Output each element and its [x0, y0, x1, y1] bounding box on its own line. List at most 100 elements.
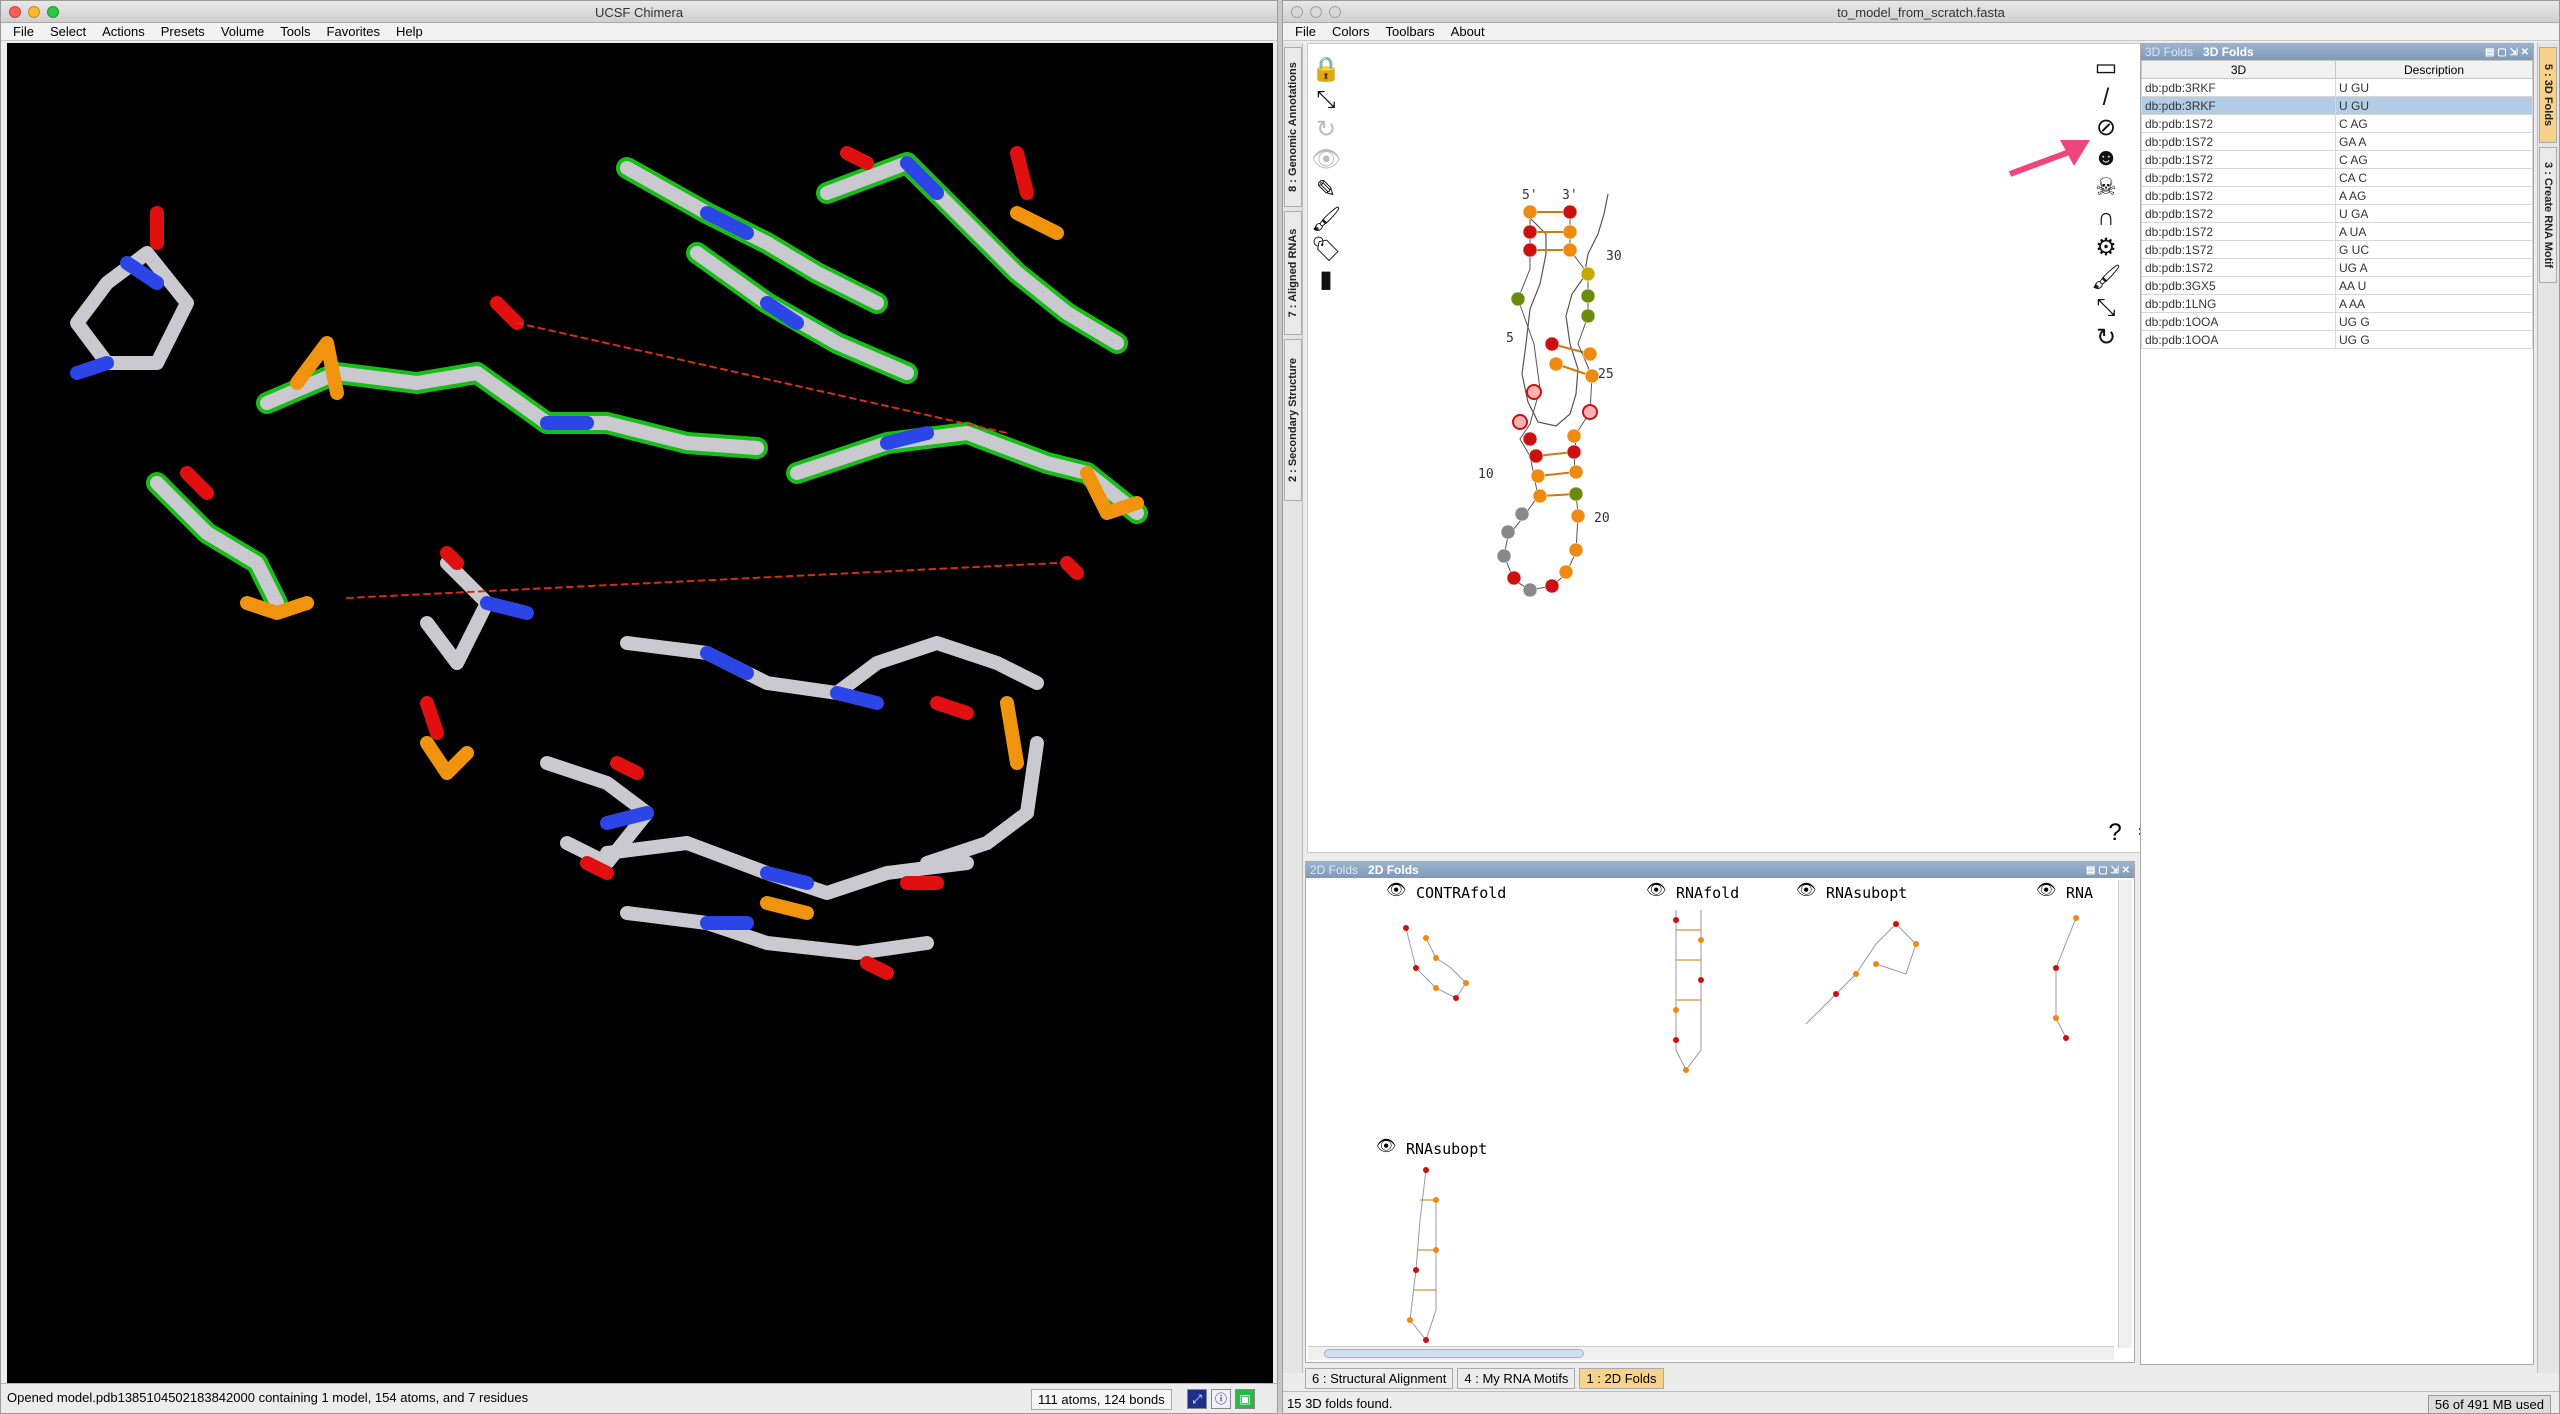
menu-file[interactable]: File: [1287, 24, 1324, 39]
collapse-icon[interactable]: ⤡: [2091, 293, 2121, 323]
smiley-icon[interactable]: ☻: [2091, 143, 2121, 173]
three-prime-label: 3': [1562, 188, 1578, 203]
s2s-titlebar: to_model_from_scratch.fasta: [1283, 1, 2559, 23]
fold-thumbnail[interactable]: 👁 RNAfold: [1646, 878, 1796, 1078]
menu-toolbars[interactable]: Toolbars: [1378, 24, 1443, 39]
fold-description-cell: U GU: [2335, 78, 2533, 97]
panel-controls[interactable]: ▤ ▢ ⇲ ✕: [2485, 47, 2533, 58]
tab-secondary-structure[interactable]: 2 : Secondary Structure: [1284, 339, 1302, 501]
tab-structural-alignment[interactable]: 6 : Structural Alignment: [1305, 1368, 1454, 1389]
pos-5-label: 5: [1506, 331, 1514, 346]
tag-icon[interactable]: 🏷: [1311, 235, 1341, 265]
fold-description-cell: AA U: [2335, 276, 2533, 295]
memory-indicator[interactable]: 56 of 491 MB used: [2427, 1395, 2551, 1413]
skull-icon[interactable]: ☠: [2091, 173, 2121, 203]
magnet-icon[interactable]: ∩: [2091, 203, 2121, 233]
table-row[interactable]: db:pdb:1S72 GA A: [2141, 132, 2533, 151]
gears-icon[interactable]: ⚙: [2091, 233, 2121, 263]
select-mode-icon[interactable]: ⤢: [1187, 1389, 1207, 1409]
window-icon[interactable]: ▭: [2091, 53, 2121, 83]
menu-favorites[interactable]: Favorites: [319, 24, 388, 39]
eye-icon[interactable]: 👁: [1386, 880, 1406, 900]
table-row[interactable]: db:pdb:1S72 UG A: [2141, 258, 2533, 277]
menu-file[interactable]: File: [5, 24, 42, 39]
horizontal-scrollbar[interactable]: [1308, 1346, 2114, 1360]
menu-select[interactable]: Select: [42, 24, 94, 39]
fold-thumbnail[interactable]: 👁 RNAsubopt: [1796, 878, 1956, 1038]
eye-icon[interactable]: 👁: [1646, 880, 1666, 900]
eye-icon[interactable]: 👁: [1796, 880, 1816, 900]
panel-controls[interactable]: ▤ ▢ ⇲ ✕: [2086, 865, 2134, 876]
tab-aligned-rnas[interactable]: 7 : Aligned RNAs: [1284, 211, 1302, 335]
eye-icon[interactable]: 👁: [2036, 880, 2056, 900]
help-icon[interactable]: ?: [2101, 819, 2129, 847]
tab-label: 5 : 3D Folds: [2542, 63, 2554, 127]
eye-icon[interactable]: 👁: [1376, 1136, 1396, 1156]
window-title: UCSF Chimera: [594, 5, 684, 20]
table-row[interactable]: db:pdb:3GX5 AA U: [2141, 276, 2533, 295]
table-row[interactable]: db:pdb:1OOA UG G: [2141, 312, 2533, 331]
pos-10-label: 10: [1478, 467, 1494, 482]
table-row[interactable]: db:pdb:1S72 A UA: [2141, 222, 2533, 241]
tab-create-rna-motif[interactable]: 3 : Create RNA Motif: [2539, 147, 2557, 283]
menu-tools[interactable]: Tools: [272, 24, 318, 39]
fold-id-cell: db:pdb:1S72: [2141, 114, 2336, 133]
scroll-thumb[interactable]: [1324, 1349, 1584, 1358]
table-row[interactable]: db:pdb:1OOA UG G: [2141, 330, 2533, 349]
fold-description-cell: A AA: [2335, 294, 2533, 313]
fold-id-cell: db:pdb:1S72: [2141, 258, 2336, 277]
brush-icon[interactable]: 🖌: [1311, 205, 1341, 235]
chimera-titlebar: UCSF Chimera: [1, 1, 1277, 23]
fold-description-cell: U GU: [2335, 96, 2533, 115]
bar-chart-icon[interactable]: ▮: [1311, 265, 1341, 295]
fold-id-cell: db:pdb:1S72: [2141, 132, 2336, 151]
pencil-icon[interactable]: /: [2091, 83, 2121, 113]
table-row[interactable]: db:pdb:3RKF U GU: [2141, 78, 2533, 97]
fold-thumbnail[interactable]: 👁 RNAsubopt: [1376, 1134, 1536, 1354]
tab-my-rna-motifs[interactable]: 4 : My RNA Motifs: [1457, 1368, 1576, 1389]
2d-folds-panel: 2D Folds 2D Folds ▤ ▢ ⇲ ✕ 👁 CONTRAfold 👁…: [1305, 861, 2135, 1363]
vertical-scrollbar[interactable]: [2118, 880, 2132, 1348]
left-vertical-tabs: 8 : Genomic Annotations 7 : Aligned RNAs…: [1283, 43, 1303, 1373]
fold-id-cell: db:pdb:1LNG: [2141, 294, 2336, 313]
magic-wand-icon[interactable]: ✎: [1311, 175, 1341, 205]
menu-presets[interactable]: Presets: [153, 24, 213, 39]
column-header-description[interactable]: Description: [2335, 60, 2533, 79]
tab-genomic-annotations[interactable]: 8 : Genomic Annotations: [1284, 47, 1302, 207]
molecule-viewer[interactable]: [7, 43, 1273, 1383]
refresh-icon[interactable]: ↻: [2091, 323, 2121, 353]
menu-help[interactable]: Help: [388, 24, 431, 39]
menu-actions[interactable]: Actions: [94, 24, 153, 39]
menu-volume[interactable]: Volume: [213, 24, 272, 39]
table-row[interactable]: db:pdb:1S72 CA C: [2141, 168, 2533, 187]
menu-about[interactable]: About: [1443, 24, 1493, 39]
column-header-3d[interactable]: 3D: [2141, 60, 2336, 79]
table-row[interactable]: db:pdb:1LNG A AA: [2141, 294, 2533, 313]
fold-description-cell: CA C: [2335, 168, 2533, 187]
fold-thumbnail[interactable]: 👁 RNA: [2036, 878, 2116, 1058]
tab-3d-folds[interactable]: 5 : 3D Folds: [2539, 47, 2557, 143]
table-row[interactable]: db:pdb:3RKF U GU: [2141, 96, 2533, 115]
fold-id-cell: db:pdb:1S72: [2141, 240, 2336, 259]
forbidden-icon[interactable]: ⊘: [2091, 113, 2121, 143]
table-row[interactable]: db:pdb:1S72 C AG: [2141, 114, 2533, 133]
fold-label: RNAsubopt: [1826, 884, 1908, 902]
fold-thumbnail[interactable]: 👁 CONTRAfold: [1386, 878, 1566, 1018]
fold-description-cell: UG G: [2335, 312, 2533, 331]
tab-2d-folds[interactable]: 1 : 2D Folds: [1579, 1368, 1664, 1389]
command-line-icon[interactable]: ▣: [1235, 1389, 1255, 1409]
fold-id-cell: db:pdb:1S72: [2141, 222, 2336, 241]
eye-icon[interactable]: 👁: [1311, 145, 1341, 175]
table-row[interactable]: db:pdb:1S72 A AG: [2141, 186, 2533, 205]
table-row[interactable]: db:pdb:1S72 G UC: [2141, 240, 2533, 259]
table-row[interactable]: db:pdb:1S72 C AG: [2141, 150, 2533, 169]
collapse-icon[interactable]: ⤡: [1311, 85, 1341, 115]
lock-icon[interactable]: 🔒: [1311, 55, 1341, 85]
fold-label: CONTRAfold: [1416, 884, 1507, 902]
menu-colors[interactable]: Colors: [1324, 24, 1378, 39]
table-row[interactable]: db:pdb:1S72 U GA: [2141, 204, 2533, 223]
info-icon[interactable]: ⓘ: [1211, 1389, 1231, 1409]
refresh-icon[interactable]: ↻: [1311, 115, 1341, 145]
tab-label: 7 : Aligned RNAs: [1287, 228, 1299, 318]
brush-icon[interactable]: 🖌: [2091, 263, 2121, 293]
